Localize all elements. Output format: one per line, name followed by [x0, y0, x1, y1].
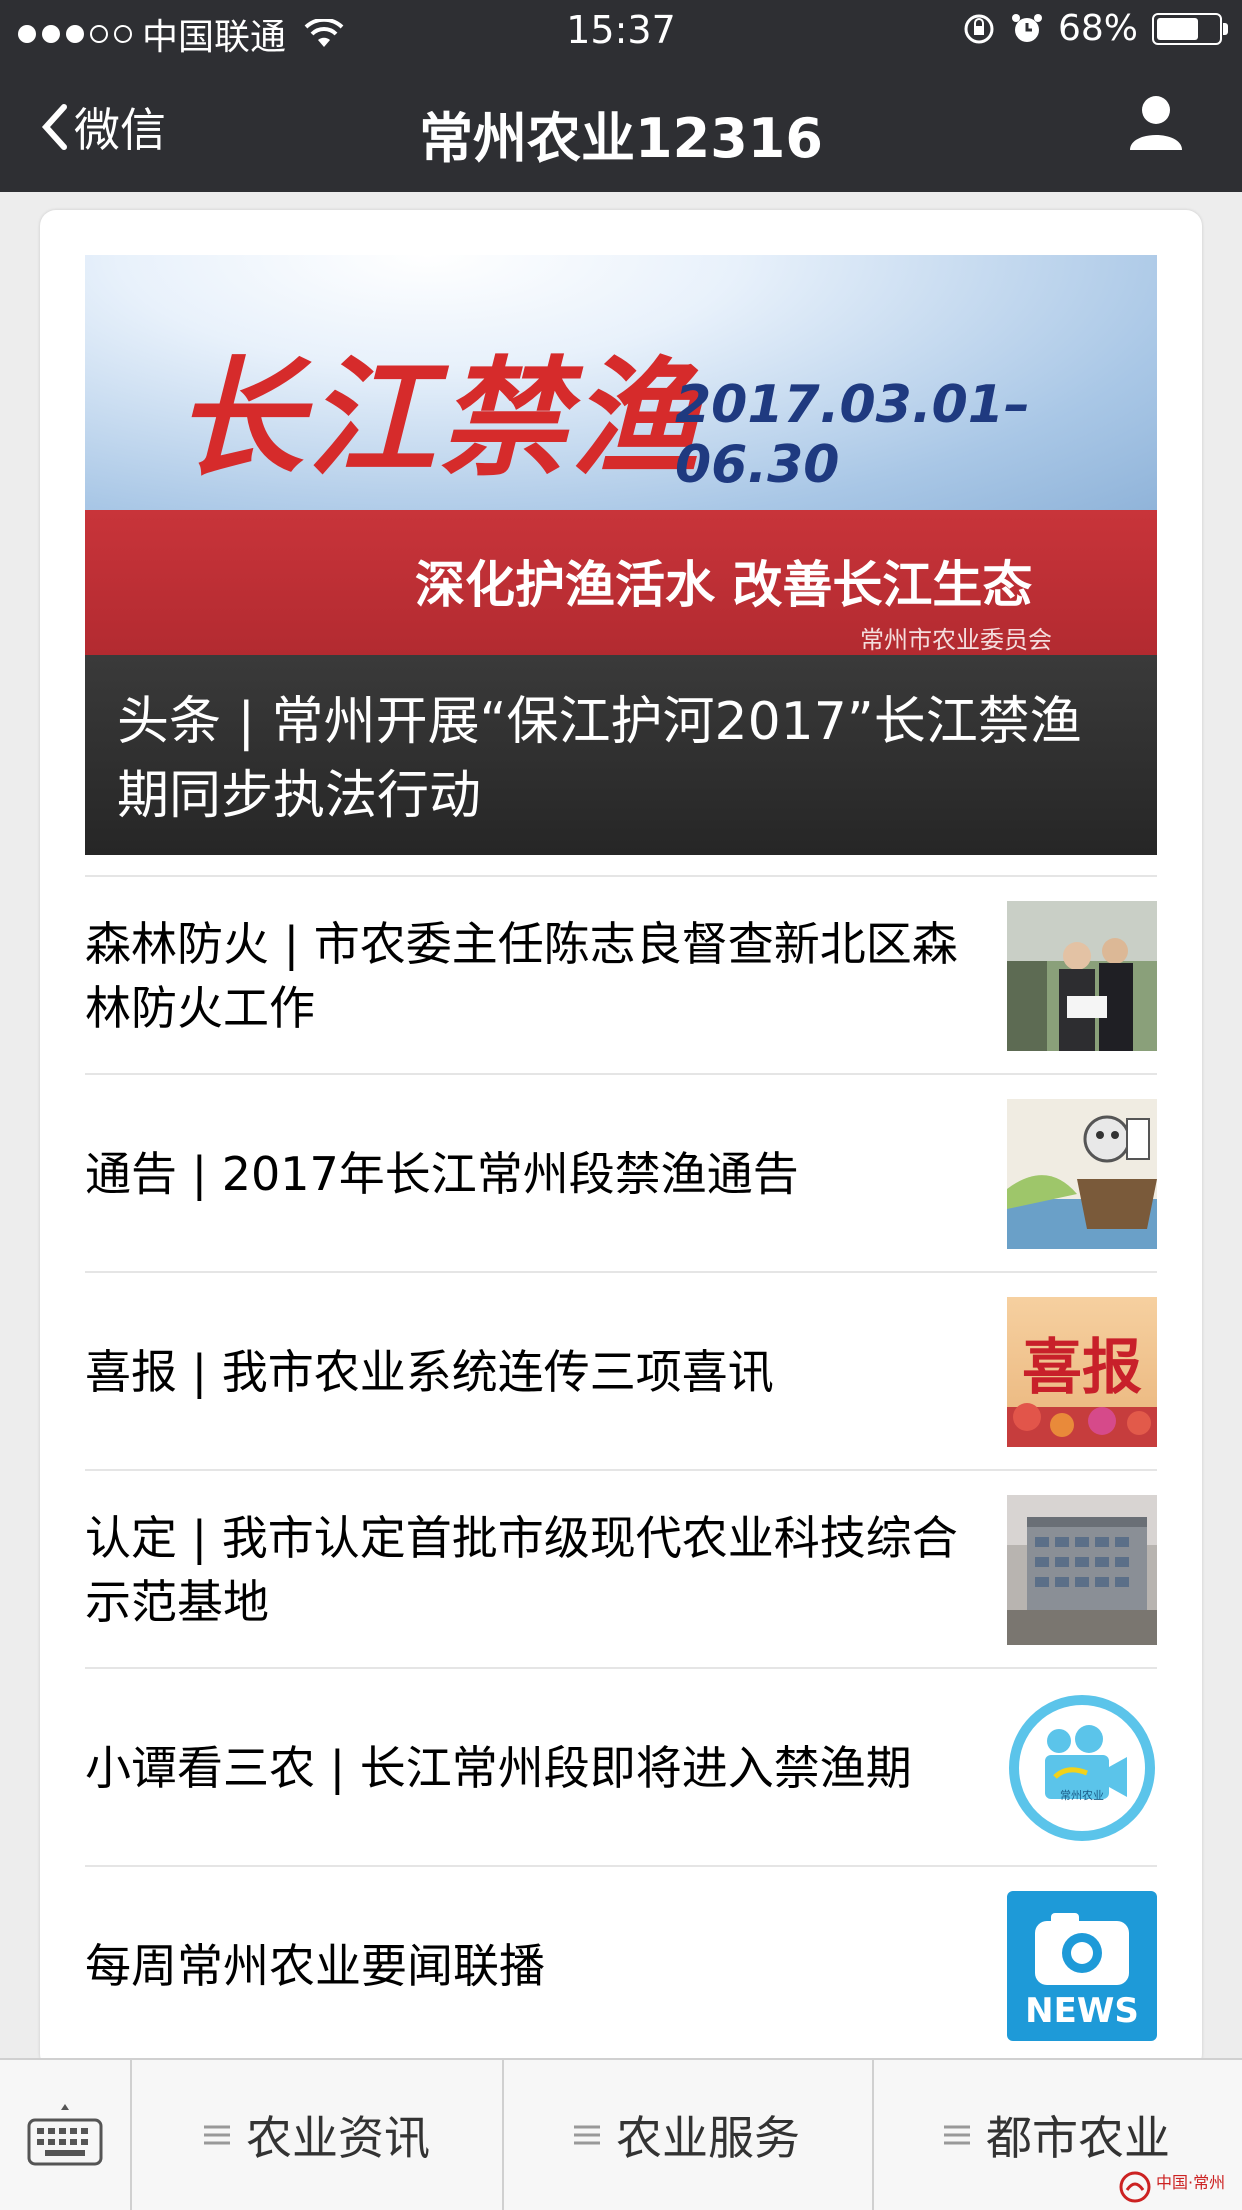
menu-item-agri-service[interactable]: 农业服务 — [502, 2060, 874, 2210]
thumbnail-text: 常州农业 — [1060, 1789, 1104, 1802]
list-item[interactable]: 森林防火 | 市农委主任陈志良督查新北区森林防火工作 — [85, 875, 1157, 1075]
keyboard-icon — [27, 2104, 103, 2166]
article-list-card: 长江禁渔 2017.03.01–06.30 深化护渔活水 改善长江生态 常州市农… — [40, 210, 1202, 2070]
battery-percent: 68% — [1057, 8, 1138, 49]
banner-calligraphy: 长江禁渔 — [175, 344, 704, 494]
article-title: 喜报 | 我市农业系统连传三项喜讯 — [85, 1345, 774, 1399]
menu-lines-icon — [204, 2125, 230, 2145]
menu-item-label: 农业服务 — [616, 2111, 800, 2165]
bottom-menu: 农业资讯 农业服务 都市农业 中国·常州 — [0, 2058, 1242, 2210]
keyboard-toggle-button[interactable] — [0, 2060, 132, 2210]
thumbnail-text: 喜报 — [1022, 1333, 1142, 1403]
article-title: 通告 | 2017年长江常州段禁渔通告 — [85, 1147, 799, 1201]
banner-slogan: 深化护渔活水 改善长江生态 — [415, 556, 1033, 614]
article-thumbnail — [1007, 1495, 1157, 1645]
thumbnail-text: NEWS — [1025, 1991, 1139, 2031]
city-logo-icon — [1119, 2171, 1151, 2203]
page-title: 常州农业12316 — [419, 107, 823, 170]
menu-item-agri-news[interactable]: 农业资讯 — [132, 2060, 504, 2210]
article-title: 每周常州农业要闻联播 — [85, 1939, 545, 1993]
status-bar: 中国联通 15:37 68% — [0, 0, 1242, 64]
article-thumbnail: 常州农业 — [1007, 1693, 1157, 1843]
list-item[interactable]: 认定 | 我市认定首批市级现代农业科技综合示范基地 — [85, 1469, 1157, 1669]
headline-banner[interactable]: 长江禁渔 2017.03.01–06.30 深化护渔活水 改善长江生态 常州市农… — [85, 255, 1157, 855]
menu-item-label: 都市农业 — [986, 2111, 1170, 2165]
list-item[interactable]: 小谭看三农 | 长江常州段即将进入禁渔期 常州农业 — [85, 1667, 1157, 1867]
list-item[interactable]: 喜报 | 我市农业系统连传三项喜讯 喜报 — [85, 1271, 1157, 1471]
menu-lines-icon — [944, 2125, 970, 2145]
battery-icon — [1152, 12, 1228, 45]
watermark: 中国·常州 — [1118, 2166, 1238, 2206]
person-icon — [1130, 96, 1182, 150]
header: 中国联通 15:37 68% 微信 常州农业12316 — [0, 0, 1242, 192]
menu-lines-icon — [574, 2125, 600, 2145]
article-title: 森林防火 | 市农委主任陈志良督查新北区森林防火工作 — [85, 917, 958, 1035]
banner-dates: 2017.03.01–06.30 — [675, 375, 1030, 495]
article-thumbnail: NEWS — [1007, 1891, 1157, 2041]
article-title: 认定 | 我市认定首批市级现代农业科技综合示范基地 — [85, 1511, 958, 1629]
list-item[interactable]: 每周常州农业要闻联播 NEWS — [85, 1865, 1157, 2065]
nav-bar: 微信 常州农业12316 — [0, 64, 1242, 192]
alarm-icon — [1011, 13, 1042, 42]
article-title: 小谭看三农 | 长江常州段即将进入禁渔期 — [85, 1741, 912, 1795]
banner-org: 常州市农业委员会 — [860, 626, 1052, 654]
rotation-lock-icon — [964, 14, 994, 43]
profile-button[interactable] — [1126, 92, 1186, 156]
article-thumbnail — [1007, 1099, 1157, 1249]
article-thumbnail — [1007, 901, 1157, 1051]
list-item[interactable]: 通告 | 2017年长江常州段禁渔通告 — [85, 1073, 1157, 1273]
article-thumbnail: 喜报 — [1007, 1297, 1157, 1447]
headline-title: 头条 | 常州开展“保江护河2017”长江禁渔期同步执法行动 — [117, 692, 1082, 826]
menu-item-label: 农业资讯 — [246, 2111, 430, 2165]
